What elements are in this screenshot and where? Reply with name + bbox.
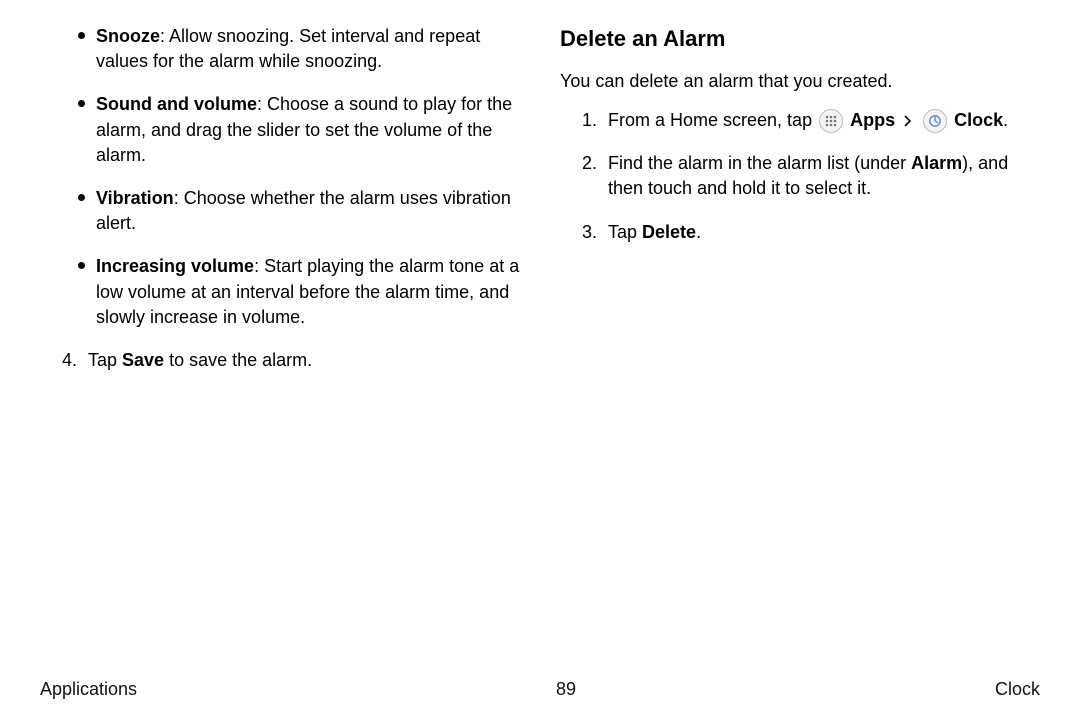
step-number: 1.	[582, 108, 597, 133]
step-text-pre: From a Home screen, tap	[608, 110, 817, 130]
footer-page-number: 89	[556, 677, 576, 702]
two-column-layout: Snooze: Allow snoozing. Set interval and…	[40, 24, 1040, 391]
step-item: 2. Find the alarm in the alarm list (und…	[582, 151, 1040, 201]
apps-icon	[819, 109, 843, 133]
step-text-pre: Find the alarm in the alarm list (under	[608, 153, 911, 173]
option-term: Increasing volume	[96, 256, 254, 276]
step-bold: Alarm	[911, 153, 962, 173]
list-item: Snooze: Allow snoozing. Set interval and…	[96, 24, 520, 74]
option-term: Sound and volume	[96, 94, 257, 114]
step-text-post: .	[696, 222, 701, 242]
step-text-pre: Tap	[608, 222, 642, 242]
step-item: 1. From a Home screen, tap Apps	[582, 108, 1040, 133]
step-text-post: to save the alarm.	[164, 350, 312, 370]
footer-left: Applications	[40, 677, 137, 702]
step-bold: Save	[122, 350, 164, 370]
list-item: Increasing volume: Start playing the ala…	[96, 254, 520, 330]
left-column: Snooze: Allow snoozing. Set interval and…	[40, 24, 520, 391]
list-item: Vibration: Choose whether the alarm uses…	[96, 186, 520, 236]
option-term: Vibration	[96, 188, 174, 208]
step-item: 4. Tap Save to save the alarm.	[62, 348, 520, 373]
step-bold: Delete	[642, 222, 696, 242]
alarm-options-list: Snooze: Allow snoozing. Set interval and…	[40, 24, 520, 330]
right-column: Delete an Alarm You can delete an alarm …	[560, 24, 1040, 391]
list-item: Sound and volume: Choose a sound to play…	[96, 92, 520, 168]
left-steps: 4. Tap Save to save the alarm.	[40, 348, 520, 373]
footer-right: Clock	[995, 677, 1040, 702]
step-item: 3. Tap Delete.	[582, 220, 1040, 245]
step-number: 3.	[582, 220, 597, 245]
step-text-post: .	[1003, 110, 1008, 130]
option-term: Snooze	[96, 26, 160, 46]
clock-label: Clock	[954, 110, 1003, 130]
clock-icon	[923, 109, 947, 133]
step-text-pre: Tap	[88, 350, 122, 370]
step-number: 4.	[62, 348, 77, 373]
document-page: Snooze: Allow snoozing. Set interval and…	[0, 0, 1080, 720]
page-footer: Applications 89 Clock	[40, 677, 1040, 702]
section-intro: You can delete an alarm that you created…	[560, 69, 1040, 94]
section-heading: Delete an Alarm	[560, 24, 1040, 55]
step-number: 2.	[582, 151, 597, 176]
apps-label: Apps	[850, 110, 895, 130]
delete-alarm-steps: 1. From a Home screen, tap Apps	[560, 108, 1040, 245]
chevron-right-icon	[904, 115, 912, 127]
